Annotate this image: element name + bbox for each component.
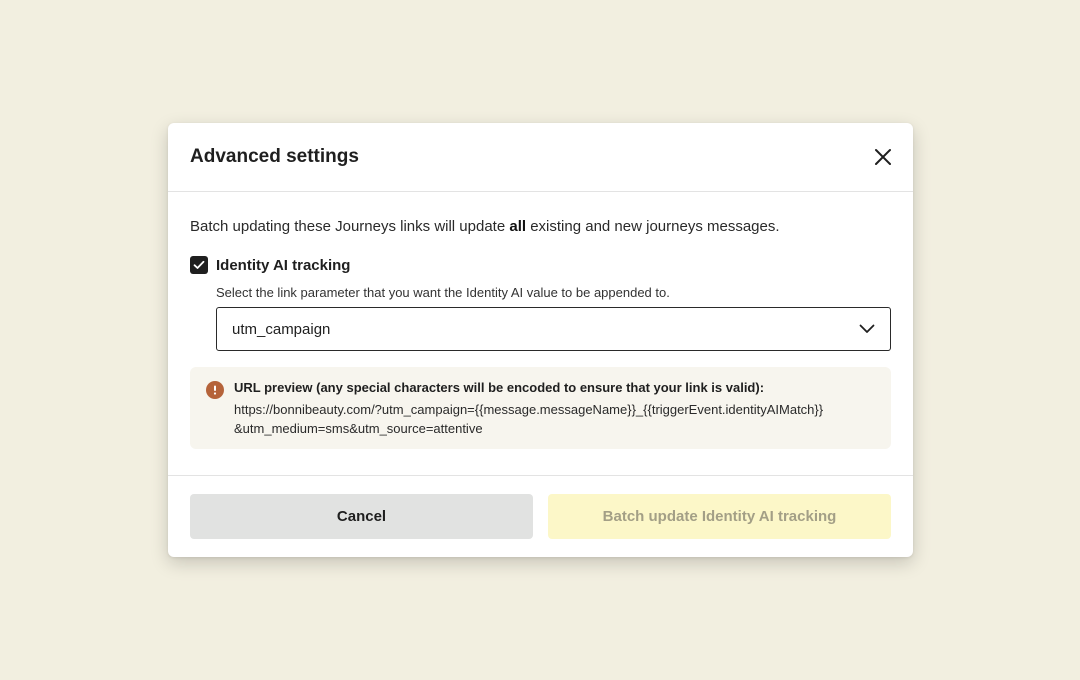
intro-text: Batch updating these Journeys links will… bbox=[190, 218, 891, 236]
url-preview-content: URL preview (any special characters will… bbox=[234, 379, 823, 449]
advanced-settings-dialog: Advanced settings Batch updating these J… bbox=[168, 123, 913, 557]
chevron-down-icon bbox=[859, 324, 875, 333]
url-preview-value: https://bonnibeauty.com/?utm_campaign={{… bbox=[234, 400, 823, 438]
check-icon bbox=[193, 260, 205, 269]
identity-ai-tracking-checkbox[interactable] bbox=[190, 256, 208, 274]
link-parameter-select[interactable]: utm_campaign bbox=[216, 307, 891, 351]
url-preview-line-1: https://bonnibeauty.com/?utm_campaign={{… bbox=[234, 402, 824, 417]
dialog-title: Advanced settings bbox=[190, 146, 359, 167]
dialog-body: Batch updating these Journeys links will… bbox=[168, 192, 913, 476]
intro-text-start: Batch updating these Journeys links will… bbox=[190, 218, 510, 235]
close-icon bbox=[875, 149, 891, 165]
identity-ai-tracking-row: Identity AI tracking bbox=[190, 256, 891, 274]
link-parameter-value: utm_campaign bbox=[232, 320, 331, 338]
info-icon bbox=[206, 381, 224, 399]
url-preview-box: URL preview (any special characters will… bbox=[190, 367, 891, 449]
dialog-header: Advanced settings bbox=[168, 123, 913, 192]
url-preview-line-2: &utm_medium=sms&utm_source=attentive bbox=[234, 421, 483, 436]
close-button[interactable] bbox=[871, 145, 895, 169]
link-parameter-helper-text: Select the link parameter that you want … bbox=[216, 285, 670, 300]
intro-text-emphasis: all bbox=[509, 218, 527, 235]
cancel-button[interactable]: Cancel bbox=[190, 494, 533, 539]
url-preview-title: URL preview (any special characters will… bbox=[234, 380, 765, 395]
identity-ai-tracking-label[interactable]: Identity AI tracking bbox=[216, 257, 350, 274]
batch-update-button[interactable]: Batch update Identity AI tracking bbox=[548, 494, 891, 539]
intro-text-end: existing and new journeys messages. bbox=[526, 218, 780, 235]
dialog-footer: Cancel Batch update Identity AI tracking bbox=[168, 476, 913, 557]
